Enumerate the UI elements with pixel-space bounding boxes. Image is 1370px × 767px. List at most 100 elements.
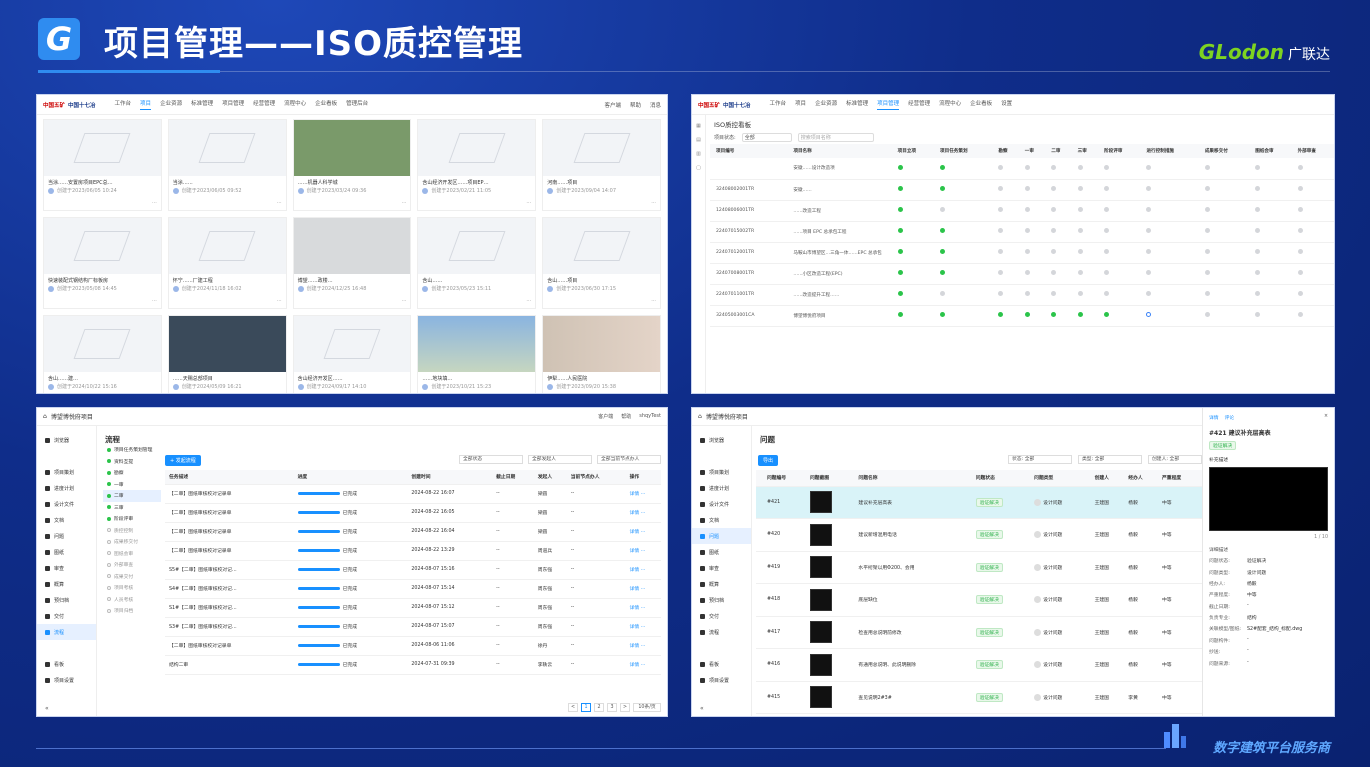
grid-icon[interactable]: ▦	[696, 123, 701, 129]
sidebar-item[interactable]: 看板	[37, 656, 96, 672]
more-icon[interactable]: ···	[639, 492, 646, 497]
sidebar-item[interactable]: 浏览器	[37, 432, 96, 448]
detail-link[interactable]: 详情	[630, 663, 640, 668]
page-button[interactable]: >	[620, 703, 630, 712]
table-row[interactable]: 22407011001TR ……改造提升工程……	[710, 284, 1334, 306]
sidebar-item[interactable]: 设计文件	[692, 496, 751, 512]
sidebar-item[interactable]: 交付	[37, 608, 96, 624]
detail-link[interactable]: 详情	[630, 530, 640, 535]
file-icon[interactable]: ▢	[696, 165, 701, 171]
issue-thumbnail[interactable]	[809, 491, 832, 514]
project-thumbnail[interactable]	[543, 218, 660, 274]
table-row[interactable]: S5#【二审】图纸审核校对记… 已完成 2024-08-07 15:16 -- 周东强 -…	[165, 560, 661, 580]
detail-link[interactable]: 详情	[630, 549, 640, 554]
sidebar-item[interactable]: 项目策划	[692, 464, 751, 480]
new-process-button[interactable]: + 发起流程	[165, 455, 201, 466]
issue-thumbnail[interactable]	[809, 653, 832, 676]
table-row[interactable]: 【二审】图纸审核校对记录单 已完成 2024-08-22 16:07 -- 梁圆 -- 详情…	[165, 484, 661, 504]
collapse-icon[interactable]: «	[45, 705, 49, 712]
home-icon[interactable]: ⌂	[698, 413, 702, 420]
more-icon[interactable]: ···	[639, 511, 646, 516]
nav-item[interactable]: 经营管理	[253, 99, 275, 110]
project-thumbnail[interactable]	[44, 218, 161, 274]
project-thumbnail[interactable]	[168, 316, 286, 372]
nav-right-item[interactable]: 消息	[650, 101, 661, 109]
page-button[interactable]: 10条/页	[633, 703, 661, 712]
table-row[interactable]: S1#【二审】图纸审核校对记… 已完成 2024-08-07 15:12 -- 周东强 -…	[165, 598, 661, 618]
sidebar-item[interactable]: 项目设置	[37, 672, 96, 688]
sidebar-item[interactable]: 问题	[692, 528, 751, 544]
issue-row[interactable]: #420 建议新增混用电话 验证解决 设计问题 王建国 杨毅 中等	[756, 518, 1202, 552]
sidebar-item[interactable]: 看板	[692, 656, 751, 672]
more-icon[interactable]: ···	[651, 200, 656, 206]
issue-row[interactable]: #417 检查用总说明前修改 验证解决 设计问题 王建国 杨毅 中等	[756, 616, 1202, 649]
table-row[interactable]: 【二审】图纸审核校对记录单 已完成 2024-08-22 13:29 -- 周道兵 -- 详…	[165, 541, 661, 561]
home-icon[interactable]: ⌂	[43, 413, 47, 420]
nav-item[interactable]: 工作台	[115, 99, 132, 110]
nav-item[interactable]: 标准管理	[846, 99, 868, 110]
project-card[interactable]: 当涂……安置房项目EPC总… 创建于2023/06/05 10:24 ···	[43, 119, 162, 211]
process-node[interactable]: 成果移交付	[103, 536, 161, 548]
issue-thumbnail[interactable]	[809, 523, 832, 546]
more-icon[interactable]: ···	[526, 298, 531, 304]
header-item[interactable]: shqyTest	[639, 413, 661, 420]
page-button[interactable]: 3	[607, 703, 617, 712]
issue-screenshot[interactable]	[1209, 467, 1328, 531]
project-card[interactable]: 快速装配式钢结构厂标板房 创建于2023/05/08 14:45 ···	[43, 217, 162, 309]
sidebar-item[interactable]: 预归档	[692, 592, 751, 608]
nav-item[interactable]: 企业资源	[160, 99, 182, 110]
project-thumbnail[interactable]	[418, 218, 536, 274]
process-node[interactable]: 成果交付	[103, 571, 161, 583]
table-row[interactable]: 【二审】图纸审核校对记录单 已完成 2024-08-06 11:06 -- 徐丹 -- 详情…	[165, 636, 661, 656]
project-name[interactable]: 博望博悦府项目	[51, 412, 93, 421]
detail-tab[interactable]: 评论	[1225, 414, 1235, 421]
more-icon[interactable]: ···	[277, 298, 282, 304]
row-checkbox[interactable]	[756, 681, 764, 714]
select-all-checkbox[interactable]	[756, 470, 764, 487]
row-checkbox[interactable]	[756, 648, 764, 682]
detail-tab[interactable]: 详情	[1209, 414, 1219, 421]
project-thumbnail[interactable]	[168, 120, 286, 176]
nav-item[interactable]: 设置	[1001, 99, 1012, 110]
initiator-filter[interactable]: 全部发起人	[528, 455, 592, 464]
project-thumbnail[interactable]	[293, 218, 411, 274]
more-icon[interactable]: ···	[639, 606, 646, 611]
row-checkbox[interactable]	[756, 583, 764, 617]
table-row[interactable]: 22407012001TR 马鞍山市博望区…三角一体……EPC 总承包	[710, 242, 1334, 264]
project-card[interactable]: ……机器人科学城 创建于2023/03/24 09:36 ···	[292, 119, 412, 211]
process-node[interactable]: 资料互提	[103, 456, 161, 468]
table-row[interactable]: 12408006001TR ……改造工程	[710, 200, 1334, 222]
page-button[interactable]: 1	[581, 703, 591, 712]
project-card[interactable]: 含山经济开发区……项目EP… 创建于2023/02/21 11:05 ···	[417, 119, 537, 211]
table-row[interactable]: S4#【二审】图纸审核校对记… 已完成 2024-08-07 15:14 -- 周东强 -…	[165, 579, 661, 599]
more-icon[interactable]: ···	[639, 530, 646, 535]
project-card[interactable]: 含山…… 创建于2023/05/23 15:11 ···	[417, 217, 537, 309]
page-button[interactable]: 2	[594, 703, 604, 712]
process-node[interactable]: 一审	[103, 479, 161, 491]
nav-item[interactable]: 项目管理	[877, 99, 900, 110]
sidebar-item[interactable]: 审查	[692, 560, 751, 576]
table-row[interactable]: 【二审】图纸审核校对记录单 已完成 2024-08-22 16:05 -- 梁圆 -- 详情…	[165, 503, 661, 523]
detail-link[interactable]: 详情	[630, 644, 640, 649]
sidebar-item[interactable]: 概算	[37, 576, 96, 592]
table-row[interactable]: 32407008001TR ……小区改造工程(EPC)	[710, 263, 1334, 285]
nav-item[interactable]: 工作台	[770, 99, 787, 110]
project-card[interactable]: 河南……项目 创建于2023/09/04 14:07 ···	[542, 119, 661, 211]
more-icon[interactable]: ···	[152, 298, 157, 304]
nav-item[interactable]: 流程中心	[284, 99, 306, 110]
project-thumbnail[interactable]	[293, 120, 411, 176]
issue-thumbnail[interactable]	[809, 686, 832, 709]
process-node[interactable]: 勘察	[103, 467, 161, 479]
more-icon[interactable]: ···	[152, 200, 157, 206]
sidebar-item[interactable]: 流程	[692, 624, 751, 640]
more-icon[interactable]: ···	[402, 298, 407, 304]
nav-item[interactable]: 项目	[795, 99, 806, 110]
more-icon[interactable]: ···	[526, 200, 531, 206]
more-icon[interactable]: ···	[639, 587, 646, 592]
project-thumbnail[interactable]	[168, 218, 286, 274]
status-filter[interactable]: 全部状态	[459, 455, 523, 464]
export-button[interactable]: 导出	[758, 455, 779, 466]
row-checkbox[interactable]	[756, 518, 764, 552]
table-row[interactable]: 32405003001CA 博望博悦府项目	[710, 305, 1334, 327]
project-card[interactable]: 当涂…… 创建于2023/06/05 09:52 ···	[167, 119, 287, 211]
